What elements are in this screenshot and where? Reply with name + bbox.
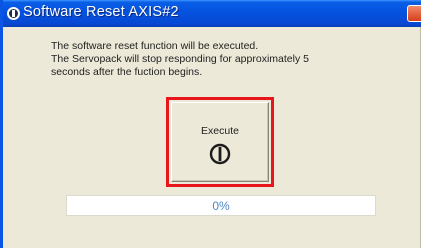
- message-line: The Servopack will stop responding for a…: [51, 53, 309, 65]
- execute-button[interactable]: Execute: [171, 102, 269, 182]
- power-icon: [209, 143, 231, 165]
- window-title: Software Reset AXIS#2: [23, 4, 179, 20]
- power-icon: [7, 7, 20, 20]
- progress-bar: 0%: [66, 195, 376, 216]
- close-button[interactable]: [407, 5, 421, 22]
- execute-label: Execute: [201, 125, 239, 137]
- message-line: The software reset function will be exec…: [51, 40, 259, 52]
- title-bar[interactable]: Software Reset AXIS#2: [3, 0, 421, 27]
- message-line: seconds after the fuction begins.: [51, 66, 203, 78]
- dialog-window: Software Reset AXIS#2 The software reset…: [0, 0, 421, 248]
- message-text: The software reset function will be exec…: [51, 40, 309, 79]
- progress-text: 0%: [212, 199, 230, 213]
